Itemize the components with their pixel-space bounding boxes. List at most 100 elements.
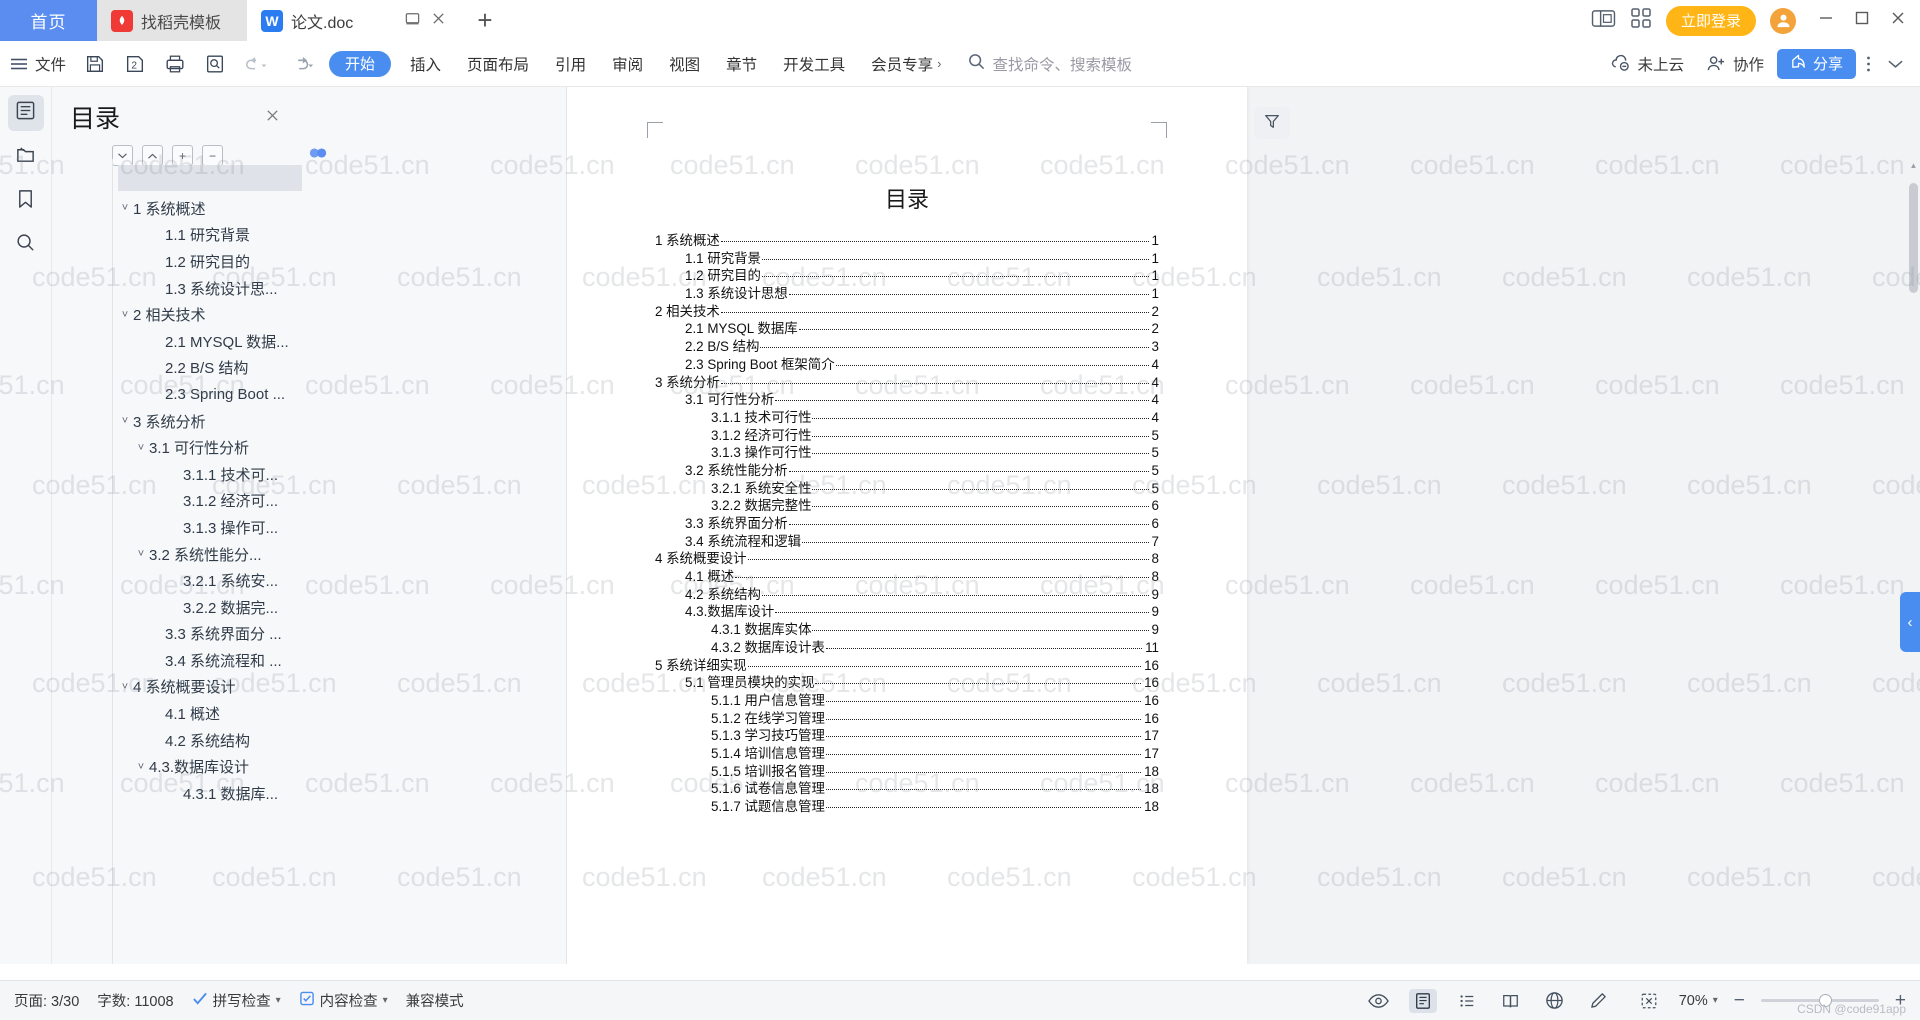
toc-entry[interactable]: 5 系统详细实现 16 xyxy=(655,657,1159,675)
panel-expand-handle[interactable]: ‹ xyxy=(1900,592,1920,652)
toc-entry[interactable]: 1 系统概述 1 xyxy=(655,232,1159,250)
toc-item[interactable]: 3.1.3 操作可... xyxy=(113,514,302,541)
toc-item[interactable]: 2.2 B/S 结构 xyxy=(113,355,302,382)
toc-entry[interactable]: 5.1.5 培训报名管理 18 xyxy=(655,763,1159,781)
toc-item[interactable]: ˅ 4.3.数据库设计 xyxy=(113,753,302,780)
pen-icon[interactable] xyxy=(1585,989,1613,1013)
toc-entry[interactable]: 5.1.1 用户信息管理 16 xyxy=(655,692,1159,710)
reading-view-icon[interactable] xyxy=(1497,989,1525,1013)
toc-entry[interactable]: 4.3.1 数据库实体 9 xyxy=(655,621,1159,639)
toc-item[interactable]: 4.1 概述 xyxy=(113,700,302,727)
outline-view-icon[interactable] xyxy=(1453,989,1481,1013)
ribbon-tab-member[interactable]: 会员专享 › xyxy=(858,41,954,87)
rail-item-bookmark[interactable] xyxy=(8,183,44,219)
toc-entry[interactable]: 5.1.6 试卷信息管理 18 xyxy=(655,780,1159,798)
toc-entry[interactable]: 3.2 系统性能分析 5 xyxy=(655,462,1159,480)
toc-entry[interactable]: 4.3.数据库设计 9 xyxy=(655,603,1159,621)
toc-entry[interactable]: 2 相关技术 2 xyxy=(655,303,1159,321)
ribbon-tab-references[interactable]: 引用 xyxy=(542,41,599,87)
toc-item[interactable]: 3.1.1 技术可... xyxy=(113,461,302,488)
chevron-down-icon[interactable]: ˅ xyxy=(117,681,133,693)
zoom-level-label[interactable]: 70% ▾ xyxy=(1679,993,1718,1009)
toc-entry[interactable]: 3 系统分析 4 xyxy=(655,374,1159,392)
toc-entry[interactable]: 3.4 系统流程和逻辑 7 xyxy=(655,533,1159,551)
toc-entry[interactable]: 5.1.3 学习技巧管理 17 xyxy=(655,727,1159,745)
toc-entry[interactable]: 1.1 研究背景 1 xyxy=(655,250,1159,268)
save-icon[interactable] xyxy=(75,41,115,87)
chevron-down-icon[interactable]: ˅ xyxy=(133,761,149,773)
ribbon-tab-view[interactable]: 视图 xyxy=(656,41,713,87)
toc-item[interactable]: 3.3 系统界面分 ... xyxy=(113,621,302,648)
app-menu-button[interactable]: 文件 xyxy=(0,41,75,87)
toc-item[interactable]: 1.3 系统设计思... xyxy=(113,275,302,302)
toc-item[interactable]: 1.1 研究背景 xyxy=(113,222,302,249)
chevron-down-icon[interactable] xyxy=(1881,41,1910,87)
close-icon[interactable] xyxy=(265,105,550,129)
close-window-icon[interactable] xyxy=(1890,10,1906,31)
toc-entry[interactable]: 5.1.2 在线学习管理 16 xyxy=(655,710,1159,728)
search-input[interactable]: 查找命令、搜索模板 xyxy=(993,53,1133,75)
chevron-down-icon[interactable]: ˅ xyxy=(133,548,149,560)
toc-item[interactable]: ˅ 3 系统分析 xyxy=(113,408,302,435)
ribbon-tab-developer[interactable]: 开发工具 xyxy=(770,41,858,87)
toc-item[interactable]: ˅ 2 相关技术 xyxy=(113,301,302,328)
undo-icon[interactable] xyxy=(235,41,279,87)
avatar[interactable] xyxy=(1770,7,1796,34)
toc-item[interactable]: 3.2.1 系统安... xyxy=(113,567,302,594)
chevron-right-icon[interactable]: › xyxy=(933,56,941,71)
tab-home[interactable]: 首页 xyxy=(0,0,97,41)
toc-entry[interactable]: 1.3 系统设计思想 1 xyxy=(655,285,1159,303)
toc-entry[interactable]: 3.1 可行性分析 4 xyxy=(655,391,1159,409)
maximize-icon[interactable] xyxy=(1854,10,1870,31)
login-button[interactable]: 立即登录 xyxy=(1665,5,1756,36)
spellcheck-button[interactable]: 拼写检查 ▾ xyxy=(192,990,281,1011)
palette-icon[interactable] xyxy=(308,145,328,166)
more-vertical-icon[interactable] xyxy=(1860,41,1877,87)
restore-window-icon[interactable] xyxy=(404,10,421,32)
toc-item[interactable]: ˅ 3.2 系统性能分... xyxy=(113,541,302,568)
web-view-icon[interactable] xyxy=(1541,989,1569,1013)
toc-entry[interactable]: 3.2.1 系统安全性 5 xyxy=(655,480,1159,498)
word-count[interactable]: 字数: 11008 xyxy=(97,990,173,1011)
toc-item[interactable]: 3.1.2 经济可... xyxy=(113,488,302,515)
chevron-down-icon[interactable]: ˅ xyxy=(117,415,133,427)
toc-item[interactable]: ˅ 4 系统概要设计 xyxy=(113,674,302,701)
document-canvas[interactable]: 目录 1 系统概述 1 1.1 研究背景 1 1.2 研究目的 1 1.3 系统设计思想 1 2… xyxy=(567,87,1920,964)
page-view-icon[interactable] xyxy=(1408,988,1437,1013)
tab-document-active[interactable]: W 论文.doc xyxy=(247,0,462,41)
toc-entry[interactable]: 4.3.2 数据库设计表 11 xyxy=(655,639,1159,657)
close-tab-icon[interactable] xyxy=(431,11,446,31)
print-icon[interactable] xyxy=(155,41,195,87)
toc-item[interactable]: 4.3.1 数据库... xyxy=(113,780,302,807)
split-view-icon[interactable] xyxy=(1591,8,1616,34)
zoom-out-button[interactable]: − xyxy=(1734,990,1745,1012)
scrollbar-thumb[interactable] xyxy=(1909,183,1918,293)
cloud-status-button[interactable]: 未上云 xyxy=(1601,41,1693,87)
toc-entry[interactable]: 3.1.3 操作可行性 5 xyxy=(655,444,1159,462)
rail-item-outline[interactable] xyxy=(7,95,44,131)
toc-entry[interactable]: 4.1 概述 8 xyxy=(655,568,1159,586)
toc-item[interactable]: 1.2 研究目的 xyxy=(113,248,302,275)
chevron-down-icon[interactable]: ▾ xyxy=(1713,995,1718,1006)
vertical-scrollbar[interactable]: ▲ xyxy=(1909,161,1918,964)
ribbon-tab-review[interactable]: 审阅 xyxy=(599,41,656,87)
rail-item-search[interactable] xyxy=(8,227,44,263)
chevron-down-icon[interactable]: ˅ xyxy=(117,309,133,321)
toc-item-list[interactable]: ˅ 1 系统概述 1.1 研究背景 1.2 研究目的 1.3 系统设计思... ˅ 2 相关… xyxy=(112,159,302,964)
apps-grid-icon[interactable] xyxy=(1630,7,1652,34)
toc-item[interactable]: 2.3 Spring Boot ... xyxy=(113,381,302,408)
fit-page-icon[interactable] xyxy=(1635,989,1663,1013)
minimize-icon[interactable] xyxy=(1818,10,1834,31)
toc-entry[interactable]: 5.1.7 试题信息管理 18 xyxy=(655,798,1159,816)
new-tab-button[interactable]: + xyxy=(462,0,508,41)
page-settings-float-button[interactable] xyxy=(1254,107,1290,139)
toc-item[interactable]: ˅ 1 系统概述 xyxy=(113,195,302,222)
compatibility-mode-label[interactable]: 兼容模式 xyxy=(406,990,464,1011)
redo-icon[interactable] xyxy=(279,41,323,87)
toc-entry[interactable]: 4.2 系统结构 9 xyxy=(655,586,1159,604)
toc-entry[interactable]: 2.2 B/S 结构 3 xyxy=(655,338,1159,356)
toc-item[interactable]: 3.2.2 数据完... xyxy=(113,594,302,621)
chevron-down-icon[interactable]: ˅ xyxy=(117,202,133,214)
toc-entry[interactable]: 2.3 Spring Boot 框架简介 4 xyxy=(655,356,1159,374)
tab-docer-template[interactable]: 找稻壳模板 xyxy=(97,0,247,41)
